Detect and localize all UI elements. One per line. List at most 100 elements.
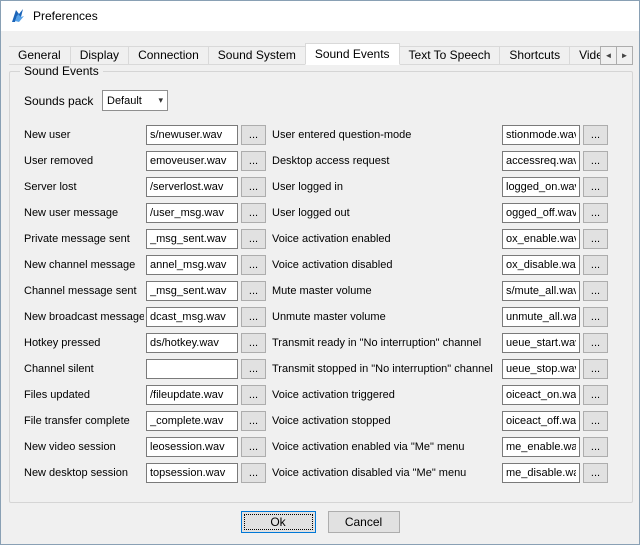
sound-event-row: New user message... bbox=[24, 200, 270, 226]
sound-file-input[interactable] bbox=[146, 437, 238, 457]
browse-button[interactable]: ... bbox=[583, 255, 608, 275]
browse-button[interactable]: ... bbox=[583, 125, 608, 145]
sound-event-row: Voice activation enabled... bbox=[272, 226, 620, 252]
sound-file-input[interactable] bbox=[502, 463, 580, 483]
sound-event-label: Channel silent bbox=[24, 363, 144, 375]
sound-file-input[interactable] bbox=[146, 255, 238, 275]
sound-event-label: Voice activation enabled via "Me" menu bbox=[272, 441, 500, 453]
browse-button[interactable]: ... bbox=[583, 151, 608, 171]
sound-file-input[interactable] bbox=[146, 307, 238, 327]
tab-scroll-right-button[interactable]: ► bbox=[616, 46, 633, 65]
browse-button[interactable]: ... bbox=[583, 411, 608, 431]
tab-scroll-control: ◄ ► bbox=[601, 46, 633, 65]
sound-event-row: Transmit ready in "No interruption" chan… bbox=[272, 330, 620, 356]
browse-button[interactable]: ... bbox=[241, 281, 266, 301]
browse-button[interactable]: ... bbox=[241, 255, 266, 275]
sound-event-row: New broadcast message... bbox=[24, 304, 270, 330]
sound-event-label: Server lost bbox=[24, 181, 144, 193]
sounds-pack-select[interactable]: Default ▾ bbox=[102, 90, 168, 111]
sound-event-row: Private message sent... bbox=[24, 226, 270, 252]
sounds-pack-value: Default bbox=[107, 95, 142, 107]
sound-file-input[interactable] bbox=[502, 437, 580, 457]
title-bar: Preferences bbox=[1, 1, 639, 31]
sound-file-input[interactable] bbox=[502, 281, 580, 301]
sound-file-input[interactable] bbox=[502, 151, 580, 171]
browse-button[interactable]: ... bbox=[241, 385, 266, 405]
sound-file-input[interactable] bbox=[502, 177, 580, 197]
browse-button[interactable]: ... bbox=[583, 333, 608, 353]
sound-file-input[interactable] bbox=[146, 281, 238, 301]
browse-button[interactable]: ... bbox=[583, 437, 608, 457]
sound-event-row: Voice activation disabled via "Me" menu.… bbox=[272, 460, 620, 486]
sound-event-label: Files updated bbox=[24, 389, 144, 401]
browse-button[interactable]: ... bbox=[241, 203, 266, 223]
sound-event-label: Transmit stopped in "No interruption" ch… bbox=[272, 363, 500, 375]
sound-file-input[interactable] bbox=[502, 255, 580, 275]
browse-button[interactable]: ... bbox=[241, 307, 266, 327]
sound-event-row: User logged out... bbox=[272, 200, 620, 226]
sound-file-input[interactable] bbox=[502, 125, 580, 145]
sound-events-left-column: New user...User removed...Server lost...… bbox=[24, 122, 270, 486]
sound-file-input[interactable] bbox=[502, 411, 580, 431]
sound-event-label: Voice activation disabled via "Me" menu bbox=[272, 467, 500, 479]
sound-file-input[interactable] bbox=[146, 229, 238, 249]
browse-button[interactable]: ... bbox=[583, 307, 608, 327]
sound-event-label: Voice activation stopped bbox=[272, 415, 500, 427]
sound-event-label: Voice activation enabled bbox=[272, 233, 500, 245]
browse-button[interactable]: ... bbox=[241, 411, 266, 431]
preferences-dialog: Preferences ◄ ► GeneralDisplayConnection… bbox=[0, 0, 640, 545]
sound-file-input[interactable] bbox=[502, 307, 580, 327]
sound-event-label: New broadcast message bbox=[24, 311, 144, 323]
browse-button[interactable]: ... bbox=[583, 281, 608, 301]
sound-event-row: Channel message sent... bbox=[24, 278, 270, 304]
sound-event-row: New channel message... bbox=[24, 252, 270, 278]
sound-file-input[interactable] bbox=[146, 463, 238, 483]
browse-button[interactable]: ... bbox=[241, 125, 266, 145]
sound-event-row: User entered question-mode... bbox=[272, 122, 620, 148]
sound-file-input[interactable] bbox=[146, 385, 238, 405]
tab-scroll-left-button[interactable]: ◄ bbox=[600, 46, 617, 65]
sound-file-input[interactable] bbox=[502, 203, 580, 223]
browse-button[interactable]: ... bbox=[241, 333, 266, 353]
browse-button[interactable]: ... bbox=[583, 203, 608, 223]
sound-file-input[interactable] bbox=[146, 125, 238, 145]
cancel-button[interactable]: Cancel bbox=[328, 511, 400, 533]
sound-event-label: User logged out bbox=[272, 207, 500, 219]
tab-general[interactable]: General bbox=[9, 46, 71, 65]
sound-file-input[interactable] bbox=[502, 333, 580, 353]
sound-event-label: Private message sent bbox=[24, 233, 144, 245]
browse-button[interactable]: ... bbox=[583, 359, 608, 379]
sound-file-input[interactable] bbox=[146, 151, 238, 171]
tab-sound-system[interactable]: Sound System bbox=[208, 46, 306, 65]
sound-file-input[interactable] bbox=[146, 411, 238, 431]
tab-sound-events[interactable]: Sound Events bbox=[305, 43, 400, 65]
ok-button[interactable]: Ok bbox=[241, 511, 316, 533]
tab-connection[interactable]: Connection bbox=[128, 46, 209, 65]
sound-file-input[interactable] bbox=[502, 229, 580, 249]
browse-button[interactable]: ... bbox=[583, 177, 608, 197]
sound-file-input[interactable] bbox=[502, 359, 580, 379]
sound-file-input[interactable] bbox=[146, 333, 238, 353]
browse-button[interactable]: ... bbox=[241, 437, 266, 457]
sound-event-label: New channel message bbox=[24, 259, 144, 271]
browse-button[interactable]: ... bbox=[241, 359, 266, 379]
sound-event-row: New desktop session... bbox=[24, 460, 270, 486]
sound-event-row: Desktop access request... bbox=[272, 148, 620, 174]
browse-button[interactable]: ... bbox=[583, 229, 608, 249]
browse-button[interactable]: ... bbox=[583, 463, 608, 483]
sound-event-label: User logged in bbox=[272, 181, 500, 193]
tab-display[interactable]: Display bbox=[70, 46, 129, 65]
tab-shortcuts[interactable]: Shortcuts bbox=[499, 46, 570, 65]
browse-button[interactable]: ... bbox=[241, 151, 266, 171]
sound-file-input[interactable] bbox=[146, 177, 238, 197]
browse-button[interactable]: ... bbox=[241, 229, 266, 249]
browse-button[interactable]: ... bbox=[583, 385, 608, 405]
tab-text-to-speech[interactable]: Text To Speech bbox=[399, 46, 501, 65]
sound-file-input[interactable] bbox=[146, 359, 238, 379]
sound-file-input[interactable] bbox=[502, 385, 580, 405]
browse-button[interactable]: ... bbox=[241, 177, 266, 197]
browse-button[interactable]: ... bbox=[241, 463, 266, 483]
dialog-footer: Ok Cancel bbox=[1, 511, 639, 533]
sound-event-label: New video session bbox=[24, 441, 144, 453]
sound-file-input[interactable] bbox=[146, 203, 238, 223]
